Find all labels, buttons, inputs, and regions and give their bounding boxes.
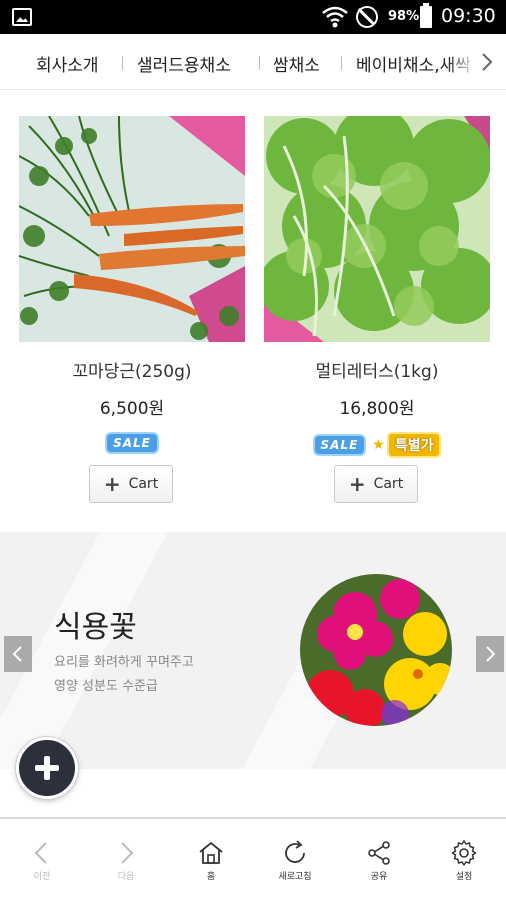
refresh-icon: [285, 840, 305, 863]
banner-description: 영양 성분도 수준급: [54, 679, 158, 694]
add-to-cart-button[interactable]: + Cart: [334, 465, 418, 503]
bottom-toolbar: 이전 다음 홈 새로고침 공유 설정: [0, 817, 506, 900]
do-not-disturb-icon: [356, 6, 378, 28]
chevron-right-icon: [121, 842, 134, 864]
chevron-left-icon: [12, 646, 22, 662]
add-to-cart-button[interactable]: + Cart: [89, 465, 173, 503]
share-button[interactable]: 공유: [337, 819, 421, 900]
refresh-button[interactable]: 새로고침: [253, 819, 337, 900]
product-badges: SALE: [19, 432, 245, 456]
plus-icon: [35, 756, 59, 780]
share-icon: [368, 841, 390, 865]
plus-icon: +: [348, 472, 366, 496]
banner-next-button[interactable]: [476, 636, 504, 672]
product-name[interactable]: 꼬마당근(250g): [19, 357, 245, 382]
banner-prev-button[interactable]: [4, 636, 32, 672]
banner-title: 식용꽃: [54, 610, 137, 645]
category-company-intro[interactable]: 회사소개: [36, 51, 99, 76]
forward-label: 다음: [117, 872, 135, 882]
home-button[interactable]: 홈: [169, 819, 253, 900]
divider: [341, 56, 342, 70]
plus-icon: +: [103, 472, 121, 496]
product-name[interactable]: 멀티레터스(1kg): [264, 357, 490, 382]
clock: 09:30: [441, 5, 496, 27]
settings-button[interactable]: 설정: [422, 819, 506, 900]
wifi-icon: [322, 6, 348, 28]
status-bar: 98% 09:30: [0, 0, 506, 34]
star-icon: ★: [372, 437, 385, 453]
product-card[interactable]: 멀티레터스(1kg) 16,800원 SALE ★ 특별가 + Cart: [264, 116, 490, 503]
gear-icon: [451, 840, 477, 866]
divider: [122, 56, 123, 70]
share-label: 공유: [370, 872, 388, 882]
banner-image-flowers[interactable]: [300, 574, 452, 726]
battery-icon: [420, 3, 432, 28]
gallery-notification-icon: [12, 8, 32, 26]
product-image-carrots[interactable]: [19, 116, 245, 342]
refresh-label: 새로고침: [278, 872, 312, 882]
forward-button[interactable]: 다음: [84, 819, 168, 900]
nav-fade: [448, 44, 476, 80]
chevron-left-icon: [34, 842, 47, 864]
settings-label: 설정: [455, 872, 473, 882]
product-card[interactable]: 꼬마당근(250g) 6,500원 SALE + Cart: [19, 116, 245, 503]
product-price: 6,500원: [99, 399, 165, 419]
floating-plus-button[interactable]: [16, 737, 78, 799]
cart-label: Cart: [373, 476, 404, 492]
home-label: 홈: [206, 872, 216, 882]
product-price: 16,800원: [339, 399, 415, 419]
special-price-badge: 특별가: [386, 432, 442, 458]
battery-percent: 98%: [388, 9, 420, 24]
home-icon: [199, 841, 223, 864]
sale-badge: SALE: [105, 432, 159, 454]
category-wrap-vegetables[interactable]: 쌈채소: [273, 51, 320, 76]
divider: [259, 56, 260, 70]
back-button[interactable]: 이전: [0, 819, 84, 900]
cart-label: Cart: [128, 476, 159, 492]
back-label: 이전: [33, 872, 51, 882]
sale-badge: SALE: [312, 434, 367, 456]
chevron-right-icon[interactable]: [476, 50, 498, 74]
category-salad-vegetables[interactable]: 샐러드용채소: [137, 51, 231, 76]
banner-description: 요리를 화려하게 꾸며주고: [54, 655, 194, 670]
chevron-right-icon: [486, 646, 496, 662]
product-image-lettuce[interactable]: [264, 116, 490, 342]
promo-banner[interactable]: 식용꽃 요리를 화려하게 꾸며주고 영양 성분도 수준급: [0, 532, 506, 769]
category-nav: 회사소개 샐러드용채소 쌈채소 베이비채소,새싹: [0, 34, 506, 90]
product-badges: SALE ★ 특별가: [264, 432, 490, 458]
